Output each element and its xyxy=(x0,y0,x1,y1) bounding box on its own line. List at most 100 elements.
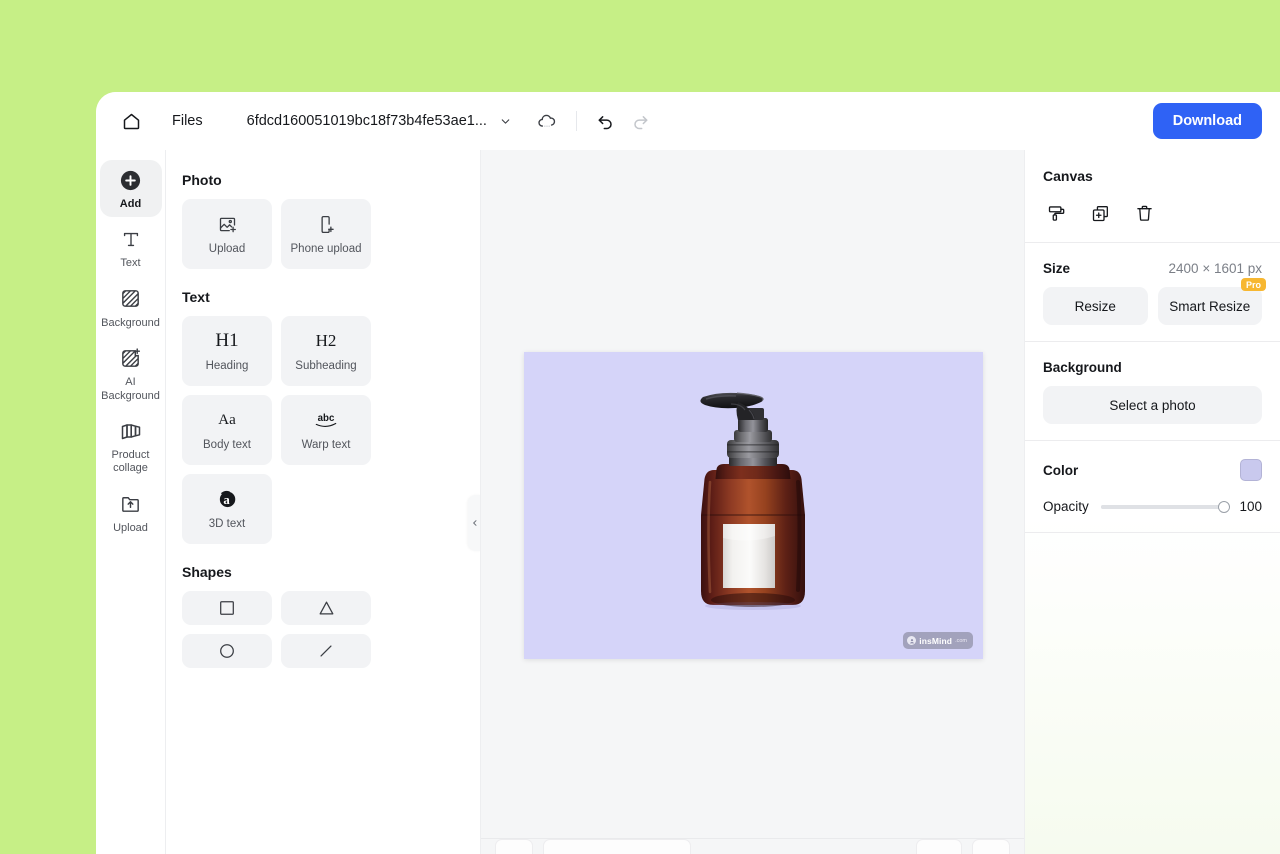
tile-shape-square[interactable] xyxy=(182,591,272,625)
watermark-text: insMind xyxy=(919,635,953,646)
tile-shape-triangle[interactable] xyxy=(281,591,371,625)
opacity-row: Opacity 100 xyxy=(1043,499,1262,514)
bottom-toolbar-help-button[interactable] xyxy=(972,839,1010,854)
circle-shape-icon xyxy=(218,640,236,662)
tile-shape-circle[interactable] xyxy=(182,634,272,668)
color-label: Color xyxy=(1043,462,1079,478)
bottom-toolbar-fit-button[interactable] xyxy=(916,839,962,854)
collage-icon xyxy=(119,418,143,444)
sidebar-item-ai-background[interactable]: AI Background xyxy=(100,338,162,409)
tile-phone-upload[interactable]: Phone upload xyxy=(281,199,371,269)
size-value: 2400 × 1601 px xyxy=(1168,261,1262,276)
smart-resize-label: Smart Resize xyxy=(1169,298,1251,314)
properties-divider-3 xyxy=(1025,440,1280,441)
section-title-shapes: Shapes xyxy=(182,564,232,580)
tile-label: Upload xyxy=(208,243,246,255)
square-shape-icon xyxy=(218,597,236,619)
home-icon[interactable] xyxy=(114,104,148,138)
panel-collapse-handle[interactable] xyxy=(468,495,480,551)
upload-folder-icon xyxy=(119,491,142,517)
left-rail: Add Text Background AI Background Produc… xyxy=(96,150,166,854)
tile-warp-text[interactable]: abc Warp text xyxy=(281,395,371,465)
bottom-toolbar-layers-button[interactable] xyxy=(495,839,533,854)
sidebar-item-product-collage[interactable]: Product collage xyxy=(100,411,162,482)
tile-label: Subheading xyxy=(295,360,357,372)
warp-text-icon: abc xyxy=(311,409,341,431)
app-body: Add Text Background AI Background Produc… xyxy=(96,150,1280,854)
canvas-actions xyxy=(1043,200,1262,226)
bottom-toolbar-zoom-control[interactable] xyxy=(543,839,691,854)
size-buttons: Resize Smart Resize Pro xyxy=(1043,278,1266,325)
sidebar-item-text[interactable]: Text xyxy=(100,219,162,276)
paint-roller-icon[interactable] xyxy=(1043,200,1069,226)
properties-divider-2 xyxy=(1025,341,1280,342)
tile-shape-line[interactable] xyxy=(281,634,371,668)
artboard[interactable]: insMind .com xyxy=(524,352,983,659)
photo-tile-grid: Upload Phone upload xyxy=(182,199,462,269)
opacity-slider-knob[interactable] xyxy=(1218,500,1230,513)
svg-text:a: a xyxy=(223,493,230,507)
sidebar-item-label: Text xyxy=(120,257,141,270)
product-image[interactable] xyxy=(524,352,983,659)
add-panel: Photo Upload Phone upload Text H1 Headin… xyxy=(166,150,481,854)
tile-upload[interactable]: Upload xyxy=(182,199,272,269)
duplicate-plus-icon[interactable] xyxy=(1087,200,1113,226)
properties-divider-1 xyxy=(1025,242,1280,243)
h2-glyph: H2 xyxy=(315,331,337,350)
sidebar-item-add[interactable]: Add xyxy=(99,160,162,218)
select-a-photo-button[interactable]: Select a photo xyxy=(1043,386,1262,424)
download-button[interactable]: Download xyxy=(1152,103,1262,139)
opacity-slider[interactable] xyxy=(1100,500,1230,513)
shapes-tile-grid xyxy=(182,591,462,668)
h1-glyph: H1 xyxy=(215,330,239,351)
opacity-value: 100 xyxy=(1239,499,1262,514)
app-window: Files 6fdcd160051019bc18f73b4fe53ae1... xyxy=(96,92,1280,854)
chevron-left-icon xyxy=(471,519,479,527)
document-name-dropdown[interactable]: 6fdcd160051019bc18f73b4fe53ae1... xyxy=(247,113,512,129)
size-label: Size xyxy=(1043,261,1071,276)
undo-icon[interactable] xyxy=(589,104,623,138)
tile-label: 3D text xyxy=(208,518,246,530)
tile-label: Body text xyxy=(203,439,251,451)
resize-button[interactable]: Resize xyxy=(1043,287,1148,325)
tile-heading[interactable]: H1 Heading xyxy=(182,316,272,386)
app-header: Files 6fdcd160051019bc18f73b4fe53ae1... xyxy=(96,92,1280,150)
tile-subheading[interactable]: H2 Subheading xyxy=(281,316,371,386)
three-d-text-icon: a xyxy=(216,488,238,510)
header-divider xyxy=(575,111,577,131)
canvas-workspace[interactable]: insMind .com xyxy=(481,150,1024,854)
sidebar-item-label: Product collage xyxy=(111,449,150,475)
properties-panel: Canvas Size 2400 × 1601 px Resize Smart … xyxy=(1024,150,1280,854)
redo-icon[interactable] xyxy=(623,104,657,138)
tile-label: Phone upload xyxy=(290,243,362,255)
chevron-down-icon xyxy=(499,115,512,128)
size-row: Size 2400 × 1601 px xyxy=(1043,261,1262,276)
sidebar-item-label: Add xyxy=(119,198,142,210)
files-menu[interactable]: Files xyxy=(172,113,203,129)
cloud-sync-icon[interactable] xyxy=(530,104,564,138)
tile-label: Heading xyxy=(205,360,249,372)
svg-text:abc: abc xyxy=(318,413,335,424)
watermark-badge: insMind .com xyxy=(903,632,973,649)
undo-redo-group xyxy=(589,104,657,138)
phone-plus-icon xyxy=(316,213,337,235)
color-row: Color xyxy=(1043,459,1262,481)
sidebar-item-label: AI Background xyxy=(101,376,160,402)
section-title-photo: Photo xyxy=(182,172,222,188)
watermark-logo-icon xyxy=(907,636,917,645)
background-row: Background xyxy=(1043,360,1262,375)
line-shape-icon xyxy=(317,640,335,662)
color-swatch[interactable] xyxy=(1240,459,1262,481)
properties-panel-title: Canvas xyxy=(1043,168,1093,184)
pro-badge: Pro xyxy=(1240,278,1266,291)
trash-icon[interactable] xyxy=(1131,200,1157,226)
smart-resize-button[interactable]: Smart Resize Pro xyxy=(1157,278,1266,325)
tile-3d-text[interactable]: a 3D text xyxy=(182,474,272,544)
sidebar-item-background[interactable]: Background xyxy=(100,279,162,336)
hatch-sparkle-icon xyxy=(119,345,142,371)
tile-body-text[interactable]: Aa Body text xyxy=(182,395,272,465)
sidebar-item-upload[interactable]: Upload xyxy=(100,484,162,541)
triangle-shape-icon xyxy=(317,597,336,619)
background-label: Background xyxy=(1043,360,1122,375)
aa-glyph: Aa xyxy=(218,411,236,428)
